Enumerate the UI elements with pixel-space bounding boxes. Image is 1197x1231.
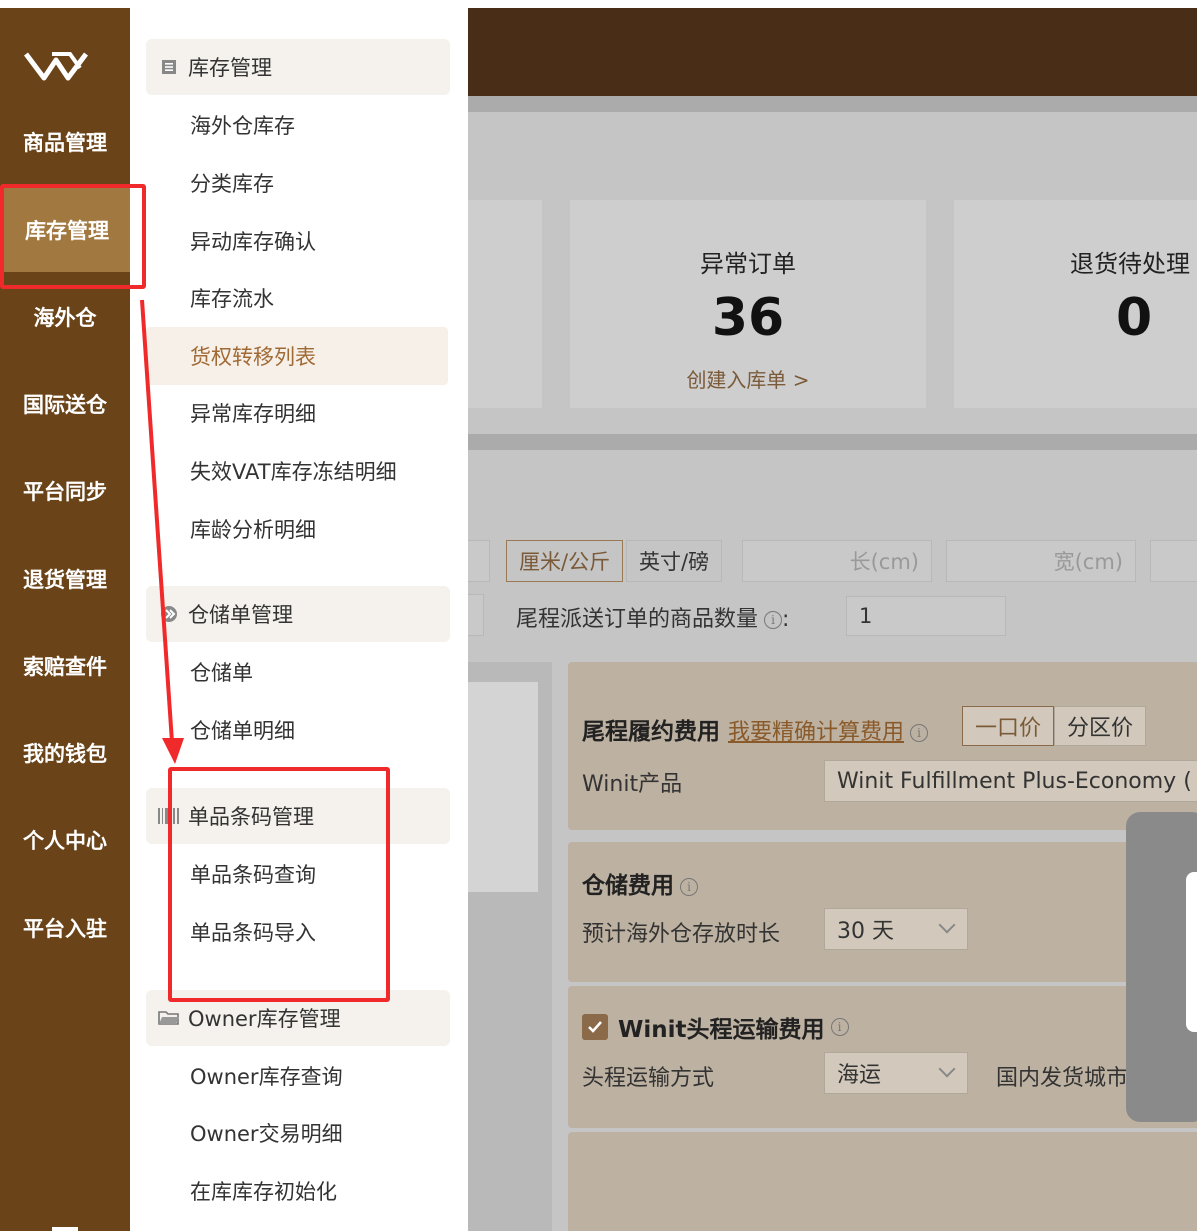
chevron-down-icon	[938, 1060, 956, 1078]
storage-fee-title: 仓储费用 i	[582, 866, 698, 900]
info-icon[interactable]: i	[680, 877, 698, 896]
quantity-label: 尾程派送订单的商品数量 i:	[516, 607, 790, 632]
stat-card-abnormal-orders: 异常订单 36 创建入库单 >	[570, 200, 926, 408]
storage-duration-label: 预计海外仓存放时长	[582, 922, 781, 947]
top-header-bar	[468, 8, 1197, 96]
create-inbound-link[interactable]: 创建入库单 >	[570, 364, 926, 393]
quantity-input[interactable]: 1	[846, 596, 1006, 636]
group-inventory-management[interactable]: 库存管理	[146, 39, 450, 95]
nav-item-wallet[interactable]: 我的钱包	[0, 711, 130, 795]
submenu-item-storage-order-detail[interactable]: 仓储单明细	[190, 710, 450, 750]
price-flat-toggle[interactable]: 一口价	[962, 706, 1055, 746]
floating-popup[interactable]	[1126, 812, 1197, 1122]
nav-item-platform-onboarding[interactable]: 平台入驻	[0, 886, 130, 970]
card-value: 36	[711, 288, 785, 348]
headhaul-method-label: 头程运输方式	[582, 1066, 715, 1091]
storage-fee-section: 仓储费用 i 预计海外仓存放时长 30 天	[568, 842, 1197, 982]
headhaul-fee-section: Winit头程运输费用i 头程运输方式 海运 国内发货城市 深	[568, 986, 1197, 1128]
submenu-item-owner-stock-query[interactable]: Owner库存查询	[190, 1056, 450, 1096]
unit-imperial-toggle[interactable]: 英寸/磅	[626, 540, 723, 582]
submenu-item-stock-initialization[interactable]: 在库库存初始化	[190, 1171, 450, 1211]
stat-card-partial	[468, 200, 542, 408]
popup-content	[1186, 872, 1197, 1032]
card-title: 退货待处理	[1070, 250, 1190, 278]
headhaul-method-select[interactable]: 海运	[824, 1052, 968, 1094]
group-title: 库存管理	[188, 56, 272, 80]
origin-city-label: 国内发货城市	[996, 1066, 1129, 1091]
main-content-dimmed: 异常订单 36 创建入库单 > 退货待处理 0 厘米/公斤 英寸/磅 长(cm)…	[468, 8, 1197, 1231]
product-label: Winit产品	[582, 772, 683, 797]
submenu-item-vat-frozen[interactable]: 失效VAT库存冻结明细	[190, 451, 450, 491]
nav-item-international-delivery[interactable]: 国际送仓	[0, 362, 130, 446]
input-partial[interactable]	[468, 540, 490, 582]
unit-metric-toggle[interactable]: 厘米/公斤	[506, 540, 624, 582]
circle-arrow-icon	[158, 603, 180, 625]
width-input[interactable]: 宽(cm)	[946, 540, 1136, 582]
product-image-area	[468, 662, 552, 1231]
product-select[interactable]: Winit Fulfillment Plus-Economy (	[824, 760, 1197, 802]
submenu-item-stock-age[interactable]: 库龄分析明细	[190, 509, 450, 549]
extra-fee-section	[568, 1132, 1197, 1231]
fee-calculator-panel: 厘米/公斤 英寸/磅 长(cm) 宽(cm) 尾程派送订单的商品数量 i: 1 尾…	[468, 450, 1197, 1231]
product-image	[468, 682, 538, 892]
submenu-item-owner-transactions[interactable]: Owner交易明细	[190, 1113, 450, 1153]
length-input[interactable]: 长(cm)	[742, 540, 932, 582]
winit-logo[interactable]	[22, 46, 102, 86]
fulfillment-fee-title: 尾程履约费用 我要精确计算费用 i	[582, 712, 929, 746]
precise-calc-link[interactable]: 我要精确计算费用	[728, 720, 904, 745]
fulfillment-fee-section: 尾程履约费用 我要精确计算费用 i 一口价 分区价 Winit产品 Winit Fu…	[568, 662, 1197, 830]
folder-icon	[158, 1007, 180, 1029]
group-title: Owner库存管理	[188, 1007, 341, 1031]
submenu-item-abnormal-stock[interactable]: 异常库存明细	[190, 393, 450, 433]
storage-duration-select[interactable]: 30 天	[824, 908, 968, 950]
input-partial-2[interactable]	[468, 594, 484, 636]
submenu-item-stock-change-confirm[interactable]: 异动库存确认	[190, 221, 450, 261]
nav-item-products[interactable]: 商品管理	[0, 100, 130, 184]
dashboard-panel: 异常订单 36 创建入库单 > 退货待处理 0	[468, 112, 1197, 434]
submenu-item-ownership-transfer[interactable]: 货权转移列表	[146, 327, 448, 385]
card-value: 0	[1116, 288, 1153, 348]
chevron-down-icon	[938, 916, 956, 934]
submenu-item-stock-flow[interactable]: 库存流水	[190, 278, 450, 318]
nav-item-platform-sync[interactable]: 平台同步	[0, 449, 130, 533]
submenu-item-overseas-stock[interactable]: 海外仓库存	[190, 105, 450, 145]
nav-item-claims[interactable]: 索赔查件	[0, 624, 130, 708]
stat-card-returns-pending: 退货待处理 0	[954, 200, 1197, 408]
info-icon[interactable]: i	[764, 611, 783, 629]
height-input-partial[interactable]	[1150, 540, 1197, 582]
annotation-box-nav	[0, 184, 146, 289]
group-title: 仓储单管理	[188, 603, 293, 627]
price-zone-toggle[interactable]: 分区价	[1054, 706, 1147, 746]
annotation-box-barcode	[168, 767, 390, 1002]
nav-item-returns[interactable]: 退货管理	[0, 537, 130, 621]
submenu-panel: 库存管理 海外仓库存 分类库存 异动库存确认 库存流水 货权转移列表 异常库存明…	[130, 8, 468, 1231]
info-icon[interactable]: i	[830, 1018, 849, 1036]
list-icon	[158, 56, 180, 78]
submenu-item-storage-order[interactable]: 仓储单	[190, 652, 450, 692]
group-storage-order-management[interactable]: 仓储单管理	[146, 586, 450, 642]
checkbox-checked-icon[interactable]	[582, 1014, 608, 1040]
nav-item-profile[interactable]: 个人中心	[0, 798, 130, 882]
headhaul-fee-title: Winit头程运输费用 i	[582, 1010, 849, 1044]
card-title: 异常订单	[700, 250, 796, 278]
info-icon[interactable]: i	[910, 723, 929, 742]
submenu-item-category-stock[interactable]: 分类库存	[190, 163, 450, 203]
menu-toggle-icon[interactable]	[52, 1227, 78, 1231]
